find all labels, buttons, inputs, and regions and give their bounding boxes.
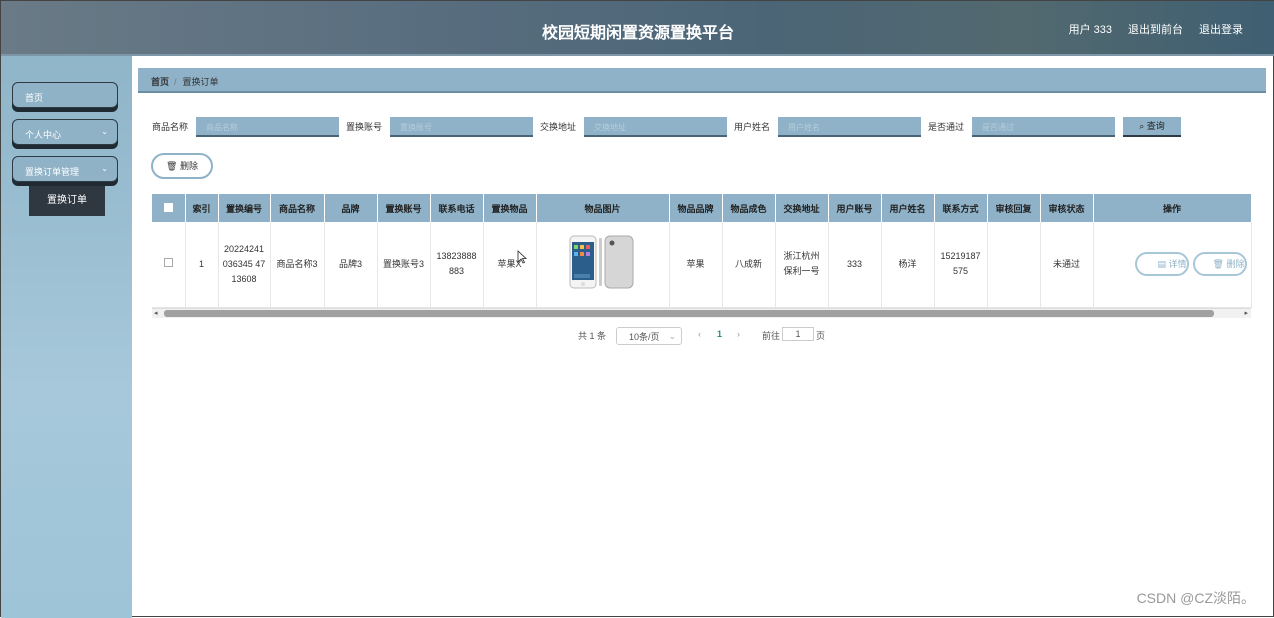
current-page[interactable]: 1 (717, 329, 722, 339)
breadcrumb: 首页 / 置换订单 (138, 68, 1266, 93)
search-label-address: 交换地址 (540, 122, 577, 132)
cell-condition: 八成新 (722, 222, 776, 308)
col-contact: 联系方式 (934, 194, 988, 222)
row-delete-button[interactable]: 🗑 删除 (1192, 252, 1247, 277)
select-all-checkbox[interactable] (152, 194, 186, 222)
detail-button[interactable]: ▤ 详情 (1134, 252, 1189, 277)
logout-link[interactable]: 退出登录 (1199, 21, 1243, 37)
col-item: 置换物品 (483, 194, 537, 222)
col-brand: 品牌 (324, 194, 378, 222)
pager-total: 共 1 条 (578, 331, 607, 341)
orders-table: 索引 置换编号 商品名称 品牌 置换账号 联系电话 置换物品 物品图片 物品品牌… (152, 194, 1252, 308)
goto-label: 前往 (762, 331, 781, 341)
breadcrumb-current: 置换订单 (182, 77, 219, 87)
search-label-product: 商品名称 (152, 122, 189, 132)
query-label: 查询 (1146, 121, 1165, 131)
table-header-row: 索引 置换编号 商品名称 品牌 置换账号 联系电话 置换物品 物品图片 物品品牌… (152, 194, 1252, 222)
cell-brand: 品牌3 (324, 222, 378, 308)
trash-icon: 🗑 (166, 161, 178, 171)
col-product: 商品名称 (270, 194, 325, 222)
col-item-image: 物品图片 (536, 194, 670, 222)
sidebar-item-label: 首页 (25, 93, 44, 103)
cell-address: 浙江杭州保利一号 (775, 222, 829, 308)
sidebar-item-order-management[interactable]: 置换订单管理 ⌄ (12, 156, 118, 182)
sidebar-subitem-orders[interactable]: 置换订单 (29, 186, 105, 216)
col-index: 索引 (185, 194, 219, 222)
breadcrumb-separator: / (174, 77, 177, 87)
page-jump-input[interactable]: 1 (782, 327, 814, 341)
scroll-left-arrow-icon[interactable]: ◂ (154, 309, 158, 317)
col-order-no: 置换编号 (218, 194, 271, 222)
cell-user-account: 333 (828, 222, 882, 308)
col-account: 置换账号 (377, 194, 431, 222)
cell-user-name: 杨洋 (881, 222, 935, 308)
scrollbar-thumb[interactable] (164, 310, 1214, 317)
cell-item-image (536, 222, 670, 308)
back-to-front-link[interactable]: 退出到前台 (1128, 21, 1183, 37)
cell-item: 苹果X (483, 222, 537, 308)
approved-input[interactable]: 是否通过 (972, 117, 1115, 137)
watermark: CSDN @CZ淡陌。 (1136, 590, 1255, 606)
col-address: 交换地址 (775, 194, 829, 222)
col-reply: 审核回复 (987, 194, 1041, 222)
cell-index: 1 (185, 222, 219, 308)
iphone-image (569, 235, 633, 289)
cell-item-brand: 苹果 (669, 222, 723, 308)
cell-contact: 15219187575 (934, 222, 988, 308)
page-unit-label: 页 (816, 331, 826, 341)
document-icon: ▤ (1157, 259, 1166, 270)
cell-account: 置换账号3 (377, 222, 431, 308)
sidebar: 首页 个人中心 ⌄ 置换订单管理 ⌄ 置换订单 (1, 56, 132, 618)
cell-actions: ▤ 详情 🗑 删除 (1093, 222, 1252, 308)
horizontal-scrollbar[interactable]: ◂ ▸ (152, 308, 1251, 318)
product-name-input[interactable]: 商品名称 (196, 117, 339, 137)
row-delete-label: 删除 (1226, 259, 1245, 270)
exchange-account-input[interactable]: 置换账号 (390, 117, 533, 137)
top-header: 校园短期闲置资源置换平台 用户 333 退出到前台 退出登录 (1, 1, 1274, 56)
exchange-address-input[interactable]: 交换地址 (584, 117, 727, 137)
scroll-right-arrow-icon[interactable]: ▸ (1244, 309, 1248, 317)
search-label-username: 用户姓名 (734, 122, 771, 132)
search-label-account: 置换账号 (346, 122, 383, 132)
col-phone: 联系电话 (430, 194, 484, 222)
col-status: 审核状态 (1040, 194, 1094, 222)
chevron-down-icon: ⌄ (101, 164, 108, 173)
col-item-brand: 物品品牌 (669, 194, 723, 222)
user-label: 用户 333 (1068, 24, 1112, 36)
mouse-cursor-icon (517, 250, 527, 264)
header-links: 用户 333 退出到前台 退出登录 (1069, 21, 1243, 37)
page-size-value: 10条/页 (629, 332, 660, 342)
prev-page-icon[interactable]: ‹ (698, 329, 701, 339)
next-page-icon[interactable]: › (737, 329, 740, 339)
sidebar-item-home[interactable]: 首页 (12, 82, 118, 108)
row-checkbox[interactable] (152, 222, 186, 308)
cell-product: 商品名称3 (270, 222, 325, 308)
page-size-select[interactable]: 10条/页 ⌄ (616, 327, 682, 345)
col-condition: 物品成色 (722, 194, 776, 222)
chevron-down-icon: ⌄ (668, 331, 676, 341)
delete-label: 删除 (179, 161, 198, 171)
cell-status: 未通过 (1040, 222, 1094, 308)
batch-delete-button[interactable]: 🗑 删除 (151, 153, 213, 179)
cell-phone: 13823888883 (430, 222, 484, 308)
search-icon: ⌕ (1139, 121, 1145, 131)
cell-reply (987, 222, 1041, 308)
cell-order-no: 20224241036345 4713608 (218, 222, 271, 308)
trash-icon: 🗑 (1212, 259, 1224, 270)
col-actions: 操作 (1093, 194, 1252, 222)
detail-label: 详情 (1168, 259, 1187, 270)
table-row: 1 20224241036345 4713608 商品名称3 品牌3 置换账号3… (152, 222, 1252, 308)
sidebar-item-label: 置换订单管理 (25, 167, 80, 177)
search-label-approved: 是否通过 (928, 122, 965, 132)
breadcrumb-home[interactable]: 首页 (151, 77, 169, 87)
user-name-input[interactable]: 用户姓名 (778, 117, 921, 137)
search-bar: 商品名称 商品名称 置换账号 置换账号 交换地址 交换地址 用户姓名 用户姓名 … (1, 117, 1274, 137)
col-user-account: 用户账号 (828, 194, 882, 222)
col-user-name: 用户姓名 (881, 194, 935, 222)
query-button[interactable]: ⌕ 查询 (1123, 117, 1181, 137)
